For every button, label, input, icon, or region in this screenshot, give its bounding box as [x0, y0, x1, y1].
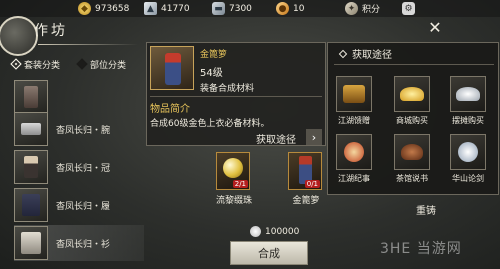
currency-coupon: ● 10	[276, 1, 304, 16]
source-item[interactable]: 摆摊购买	[446, 76, 490, 126]
currency-gold: ◆ 973658	[78, 1, 129, 16]
silver-ingot-icon: ▲	[144, 2, 157, 15]
currency-silver: ▲ 41770	[144, 1, 190, 16]
sword-emblem-icon	[450, 134, 486, 170]
silver-ingot-icon	[450, 76, 486, 112]
source-item[interactable]: 华山论剑	[446, 134, 490, 184]
material-label: 流黎缀珠	[215, 196, 252, 206]
recast-button[interactable]: 重铸	[416, 202, 436, 217]
page-title: 作坊	[34, 23, 68, 39]
source-label: 摆摊购买	[452, 116, 484, 125]
treasure-chest-icon	[336, 76, 372, 112]
list-item[interactable]: 杳凤长归・履	[14, 187, 144, 223]
card-divider	[150, 96, 322, 97]
source-item[interactable]: 茶馆说书	[390, 134, 434, 184]
source-link[interactable]: 获取途径	[256, 131, 296, 146]
title-divider	[38, 44, 138, 45]
item-type: 装备合成材料	[200, 84, 255, 94]
silver-coin-icon	[250, 226, 261, 237]
material-slot[interactable]: 0/1	[288, 152, 322, 190]
currency-points-label: 积分	[362, 5, 381, 15]
pearl-icon	[223, 158, 243, 178]
coupon-icon: ●	[276, 2, 289, 15]
item-name: 金篦箩	[200, 50, 228, 60]
source-label: 茶馆说书	[396, 174, 428, 183]
list-item[interactable]: 杳凤长归・腕	[14, 111, 144, 147]
moon-emblem-icon	[0, 16, 38, 56]
list-item-selected[interactable]: 杳凤长归・衫	[14, 225, 144, 261]
filter-part[interactable]: 部位分类	[76, 56, 127, 72]
points-icon: ✦	[345, 2, 358, 15]
source-item[interactable]: 商城购买	[390, 76, 434, 126]
source-item[interactable]: 江湖馈赠	[332, 76, 376, 126]
material-count: 2/1	[232, 180, 248, 188]
craft-button[interactable]: 合成	[230, 241, 308, 265]
panel-divider	[334, 64, 494, 65]
filter-set-label: 套装分类	[24, 60, 61, 71]
close-button[interactable]: ✕	[426, 17, 444, 37]
currency-coupon-value: 10	[293, 3, 305, 14]
list-item[interactable]: 杳凤长归・冠	[14, 149, 144, 185]
item-thumbnail	[14, 188, 48, 222]
figure-icon	[165, 53, 181, 85]
teapot-icon	[394, 134, 430, 170]
source-item[interactable]: 江湖纪事	[332, 134, 376, 184]
item-intro-title: 物品简介	[150, 104, 190, 115]
source-label: 江湖馈赠	[338, 116, 370, 125]
gear-icon: ⚙	[402, 2, 415, 15]
list-item-label: 杳凤长归・衫	[56, 239, 111, 250]
list-item-label: 杳凤长归・履	[56, 201, 111, 212]
item-description: 合成60级金色上衣必备材料。	[150, 119, 270, 129]
currency-gold-value: 973658	[95, 3, 130, 14]
settings-button[interactable]: ⚙	[402, 1, 415, 16]
source-arrow-button[interactable]: ›	[306, 129, 322, 145]
diamond-bullet-icon	[338, 49, 348, 58]
source-panel-title-text: 获取途径	[352, 50, 392, 61]
currency-points[interactable]: ✦ 积分	[345, 1, 380, 16]
list-item-partial[interactable]	[14, 79, 144, 115]
equipment-list[interactable]: 杳凤长归・腕 杳凤长归・冠 杳凤长归・履 杳凤长归・衫	[14, 79, 144, 269]
item-thumbnail	[14, 150, 48, 184]
watermark: 3HE 当游网	[380, 241, 462, 257]
radio-diamond-icon	[76, 58, 88, 70]
source-label: 华山论剑	[452, 174, 484, 183]
item-thumbnail	[14, 226, 48, 260]
gold-ingot-icon: ◆	[78, 2, 91, 15]
source-panel-title: 获取途径	[338, 46, 392, 61]
item-level: 54级	[200, 68, 223, 79]
radio-diamond-icon	[10, 58, 22, 70]
source-label: 江湖纪事	[338, 174, 370, 183]
craft-cost: 100000	[250, 226, 299, 237]
source-label: 商城购买	[396, 116, 428, 125]
list-item-label: 杳凤长归・冠	[56, 163, 111, 174]
filter-set[interactable]: 套装分类	[10, 56, 61, 72]
item-thumbnail	[14, 80, 48, 114]
list-item-label: 杳凤长归・腕	[56, 125, 111, 136]
item-thumbnail	[14, 112, 48, 146]
currency-silver-bar: ▬ 7300	[212, 1, 252, 16]
currency-silver-value: 41770	[161, 3, 190, 14]
craft-cost-value: 100000	[265, 226, 300, 237]
currency-silver-bar-value: 7300	[229, 3, 252, 14]
silver-bar-icon: ▬	[212, 2, 225, 15]
close-icon: ✕	[428, 17, 442, 37]
chevron-right-icon: ›	[311, 130, 317, 144]
material-count: 0/1	[304, 180, 320, 188]
filter-part-label: 部位分类	[90, 60, 127, 71]
material-slot[interactable]: 2/1	[216, 152, 250, 190]
chronicle-icon	[336, 134, 372, 170]
gold-ingot-icon	[394, 76, 430, 112]
item-icon	[150, 46, 194, 90]
